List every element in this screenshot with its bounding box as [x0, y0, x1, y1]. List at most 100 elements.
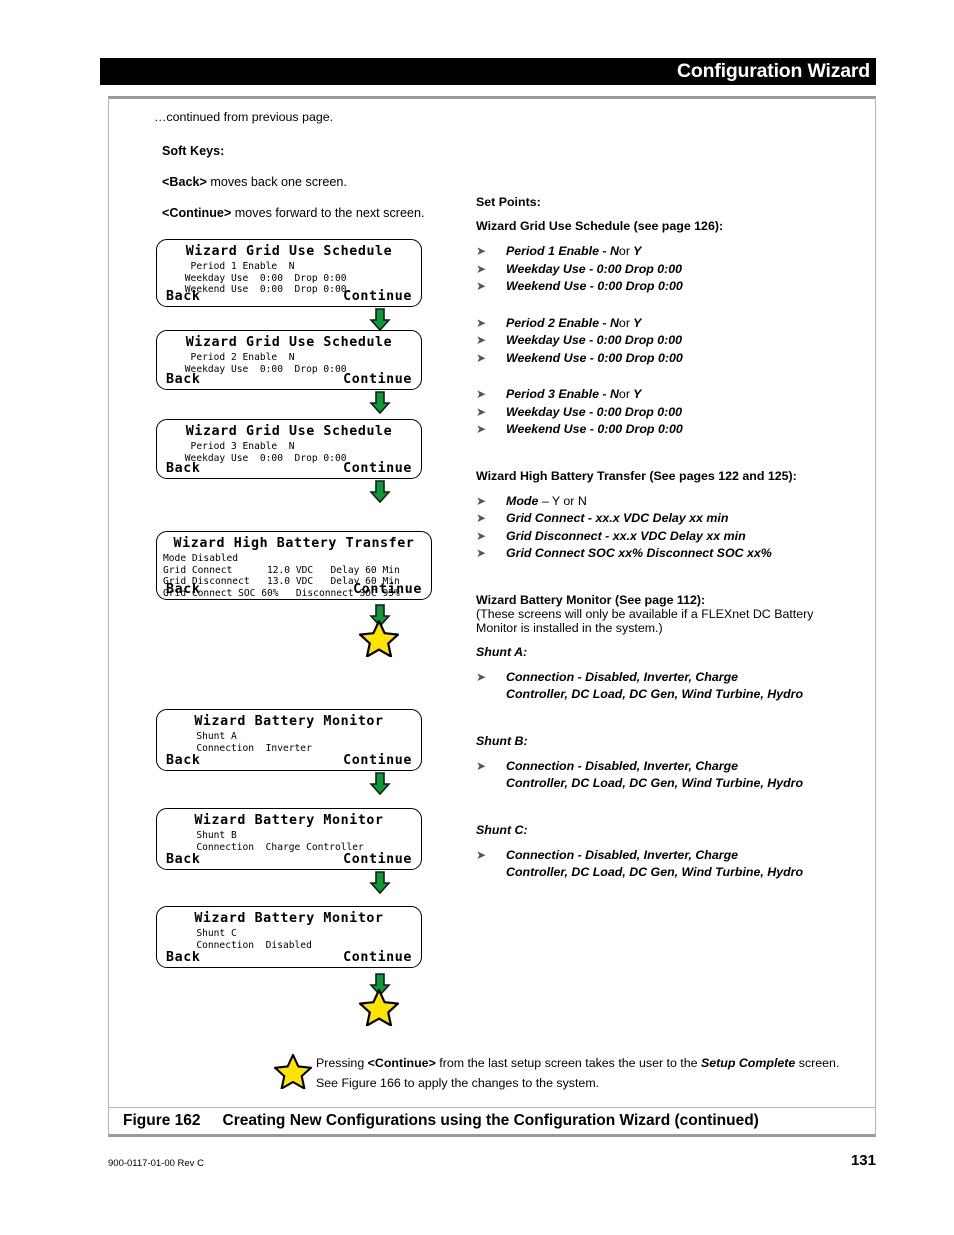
bullet-arrow-icon: ➤: [476, 847, 487, 862]
down-arrow-icon: [369, 308, 391, 332]
lcd-continue-softkey[interactable]: Continue: [343, 950, 412, 965]
list-item-bold-tail: Y: [633, 244, 642, 258]
list-item-bold: Period 2 Enable - N: [506, 315, 619, 330]
list-item: ➤ Weekday Use - 0:00 Drop 0:00: [476, 332, 866, 350]
list-item-bold-tail: Y: [633, 315, 642, 330]
lcd-continue-softkey[interactable]: Continue: [343, 852, 412, 867]
high-battery-transfer-group: ➤ Mode – Y or N ➤ Grid Connect - xx.x VD…: [476, 493, 866, 563]
down-arrow-icon: [369, 772, 391, 796]
list-item: ➤ Grid Disconnect - xx.x VDC Delay xx mi…: [476, 528, 866, 546]
list-item-regular: or: [618, 244, 630, 258]
lcd-back-softkey[interactable]: Back: [166, 582, 200, 597]
lcd-title: Wizard Battery Monitor: [194, 911, 384, 926]
lcd-softkey-row: Back Continue: [157, 852, 421, 867]
lcd-continue-softkey[interactable]: Continue: [343, 461, 412, 476]
lcd-back-softkey[interactable]: Back: [166, 852, 200, 867]
lcd-screen-battery-monitor-shunt-a: Wizard Battery Monitor Shunt A Connectio…: [156, 709, 422, 771]
page-header-bar: Configuration Wizard: [100, 58, 876, 85]
list-item-text: Mode – Y or N: [506, 493, 866, 511]
down-arrow-icon: [369, 480, 391, 504]
soft-key-back-label: <Back>: [162, 175, 207, 189]
bullet-arrow-icon: ➤: [476, 244, 487, 258]
soft-key-continue-text: moves forward to the next screen.: [231, 206, 425, 220]
grid-use-period-1-group: ➤ Period 1 Enable - Nor Y ➤ Weekday Use …: [476, 243, 866, 296]
list-item-text: Weekend Use - 0:00 Drop 0:00: [506, 279, 683, 293]
lcd-continue-softkey[interactable]: Continue: [353, 582, 422, 597]
lcd-continue-softkey[interactable]: Continue: [343, 372, 412, 387]
set-points-heading: Set Points:: [476, 195, 541, 209]
shunt-c-label: Shunt C:: [476, 822, 528, 837]
soft-keys-heading: Soft Keys:: [162, 144, 225, 158]
lcd-continue-softkey[interactable]: Continue: [343, 753, 412, 768]
soft-key-continue-description: <Continue> moves forward to the next scr…: [162, 206, 484, 220]
bullet-arrow-icon: ➤: [476, 315, 487, 330]
set-points-section: Set Points: Wizard Grid Use Schedule (se…: [476, 195, 866, 882]
lcd-softkey-row: Back Continue: [157, 461, 421, 476]
setup-complete-note: Pressing <Continue> from the last setup …: [273, 1051, 854, 1094]
list-item: ➤ Connection - Disabled, Inverter, Charg…: [476, 847, 866, 882]
list-item-text: Connection - Disabled, Inverter, Charge C…: [506, 847, 866, 882]
bullet-arrow-icon: ➤: [476, 493, 487, 508]
list-item-text: Weekday Use - 0:00 Drop 0:00: [506, 404, 683, 419]
list-item: ➤ Weekday Use - 0:00 Drop 0:00: [476, 261, 866, 279]
lcd-softkey-row: Back Continue: [157, 753, 421, 768]
note-text-part-1: Pressing: [316, 1056, 368, 1070]
list-item-line-2: Controller, DC Load, DC Gen, Wind Turbin…: [506, 687, 804, 701]
lcd-screen-high-battery-transfer: Wizard High Battery Transfer Mode Disabl…: [156, 531, 432, 600]
bullet-arrow-icon: ➤: [476, 528, 487, 543]
high-battery-transfer-heading: Wizard High Battery Transfer (See pages …: [476, 468, 797, 483]
lcd-screen-grid-use-period-3: Wizard Grid Use Schedule Period 3 Enable…: [156, 419, 422, 479]
list-item-line-1: Connection - Disabled, Inverter, Charge: [506, 847, 739, 862]
list-item-regular: – Y or N: [541, 493, 587, 508]
lcd-screen-battery-monitor-shunt-b: Wizard Battery Monitor Shunt B Connectio…: [156, 808, 422, 870]
list-item-text: Connection - Disabled, Inverter, Charge C…: [506, 758, 866, 793]
battery-monitor-note-line-2: Monitor is installed in the system.): [476, 620, 663, 635]
shunt-b-label: Shunt B:: [476, 733, 528, 748]
list-item: ➤ Period 1 Enable - Nor Y: [476, 243, 866, 261]
note-continue-key: <Continue>: [367, 1056, 436, 1070]
lcd-softkey-row: Back Continue: [157, 289, 421, 304]
star-icon: [273, 1053, 316, 1094]
lcd-softkey-row: Back Continue: [157, 950, 421, 965]
list-item: ➤ Grid Connect - xx.x VDC Delay xx min: [476, 510, 866, 528]
star-icon: [359, 988, 399, 1026]
grid-use-period-2-group: ➤ Period 2 Enable - Nor Y ➤ Weekday Use …: [476, 315, 866, 368]
list-item-line-2: Controller, DC Load, DC Gen, Wind Turbin…: [506, 865, 804, 879]
lcd-softkey-row: Back Continue: [157, 582, 431, 597]
setup-complete-note-text: Pressing <Continue> from the last setup …: [316, 1051, 854, 1093]
bullet-arrow-icon: ➤: [476, 511, 487, 525]
footer-document-id: 900-0117-01-00 Rev C: [108, 1158, 204, 1169]
figure-content-frame: …continued from previous page. Soft Keys…: [108, 96, 876, 1107]
list-item-bold-tail: Y: [633, 387, 642, 401]
lcd-title: Wizard Grid Use Schedule: [185, 244, 393, 259]
bullet-arrow-icon: ➤: [476, 758, 487, 773]
lcd-back-softkey[interactable]: Back: [166, 753, 200, 768]
bullet-arrow-icon: ➤: [476, 546, 487, 560]
list-item: ➤ Mode – Y or N: [476, 493, 866, 511]
list-item: ➤ Weekend Use - 0:00 Drop 0:00: [476, 278, 866, 296]
lcd-back-softkey[interactable]: Back: [166, 372, 200, 387]
down-arrow-icon: [369, 871, 391, 895]
soft-key-back-text: moves back one screen.: [206, 175, 347, 189]
bullet-arrow-icon: ➤: [476, 279, 487, 293]
lcd-continue-softkey[interactable]: Continue: [343, 289, 412, 304]
star-icon: [359, 619, 399, 657]
lcd-back-softkey[interactable]: Back: [166, 289, 200, 304]
grid-use-schedule-heading: Wizard Grid Use Schedule (see page 126):: [476, 219, 724, 233]
lcd-back-softkey[interactable]: Back: [166, 950, 200, 965]
bullet-arrow-icon: ➤: [476, 261, 487, 276]
lcd-back-softkey[interactable]: Back: [166, 461, 200, 476]
soft-keys-section: Soft Keys: <Back> moves back one screen.…: [154, 144, 484, 237]
lcd-screen-grid-use-period-2: Wizard Grid Use Schedule Period 2 Enable…: [156, 330, 422, 390]
note-text-part-2: from the last setup screen takes the use…: [435, 1056, 701, 1070]
list-item-text: Period 2 Enable - Nor Y: [506, 315, 866, 333]
bullet-arrow-icon: ➤: [476, 404, 487, 419]
soft-key-back-description: <Back> moves back one screen.: [162, 175, 484, 189]
list-item: ➤ Weekend Use - 0:00 Drop 0:00: [476, 350, 866, 368]
list-item-text: Period 3 Enable - Nor Y: [506, 386, 866, 404]
list-item-line-1: Connection - Disabled, Inverter, Charge: [506, 758, 739, 773]
battery-monitor-note-line-1: (These screens will only be available if…: [476, 606, 814, 621]
figure-caption-text: Creating New Configurations using the Co…: [222, 1112, 759, 1129]
list-item-bold: Period 3 Enable - N: [506, 387, 619, 401]
grid-use-period-3-group: ➤ Period 3 Enable - Nor Y ➤ Weekday Use …: [476, 386, 866, 439]
